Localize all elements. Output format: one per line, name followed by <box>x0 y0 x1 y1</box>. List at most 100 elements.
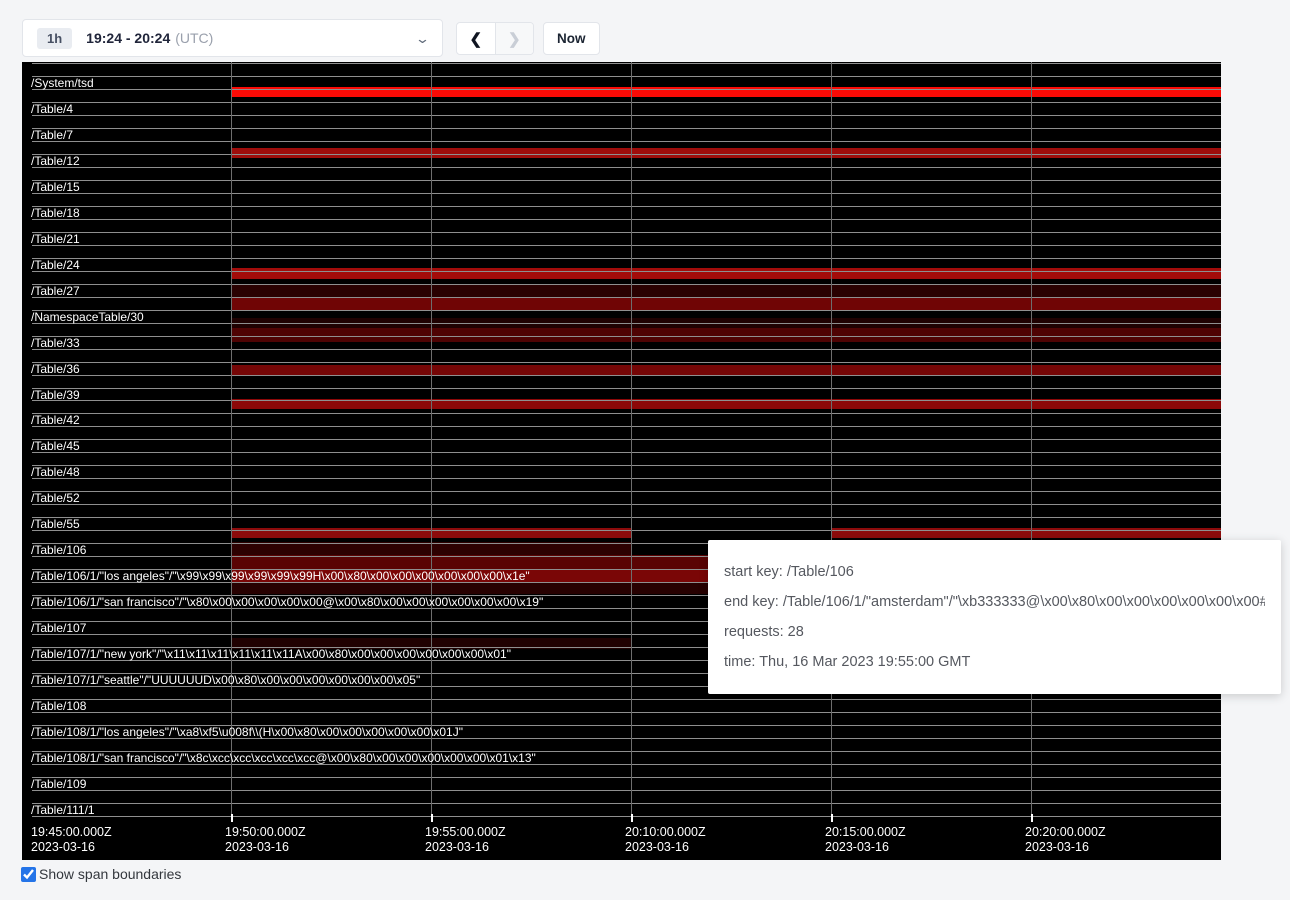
time-gridline <box>831 62 832 822</box>
axis-date: 2023-03-16 <box>31 840 112 855</box>
now-button[interactable]: Now <box>543 22 600 55</box>
span-boundary-line <box>32 193 1221 194</box>
time-range-badge: 1h <box>37 28 72 49</box>
time-range-timezone: (UTC) <box>175 30 213 46</box>
span-boundary-line <box>32 712 1221 713</box>
axis-time: 19:45:00.000Z <box>31 825 112 840</box>
time-nav-group: ❮ ❯ <box>456 22 534 55</box>
row-label: /NamespaceTable/30 <box>31 311 144 323</box>
span-boundary-line <box>32 258 1221 259</box>
heat-band <box>231 284 1221 297</box>
row-label: /Table/108/1/"san francisco"/"\x8c\xcc\x… <box>31 752 536 764</box>
time-range-text: 19:24 - 20:24 <box>86 30 170 46</box>
axis-time: 20:10:00.000Z <box>625 825 706 840</box>
row-label: /Table/108 <box>31 700 86 712</box>
span-boundary-line <box>32 413 1221 414</box>
span-boundary-line <box>32 790 1221 791</box>
axis-tick-label: 20:20:00.000Z2023-03-16 <box>1025 825 1106 855</box>
chevron-right-icon: ❯ <box>508 30 521 48</box>
span-boundary-line <box>32 439 1221 440</box>
axis-tick <box>831 814 833 822</box>
span-boundary-line <box>32 362 1221 363</box>
row-label: /Table/18 <box>31 207 80 219</box>
span-boundary-line <box>32 349 1221 350</box>
row-label: /Table/52 <box>31 492 80 504</box>
axis-tick <box>231 814 233 822</box>
row-label: /System/tsd <box>31 77 94 89</box>
axis-tick <box>1031 814 1033 822</box>
axis-time: 20:20:00.000Z <box>1025 825 1106 840</box>
tooltip-end-key: end key: /Table/106/1/"amsterdam"/"\xb33… <box>724 594 1265 610</box>
time-gridline <box>631 62 632 822</box>
span-boundary-line <box>32 180 1221 181</box>
axis-date: 2023-03-16 <box>825 840 906 855</box>
span-boundary-line <box>32 141 1221 142</box>
span-boundary-line <box>32 517 1221 518</box>
row-label: /Table/4 <box>31 103 73 115</box>
span-boundary-line <box>32 452 1221 453</box>
axis-time: 19:50:00.000Z <box>225 825 306 840</box>
row-label: /Table/12 <box>31 155 80 167</box>
span-boundary-line <box>32 400 1221 401</box>
span-boundary-line <box>32 115 1221 116</box>
axis-tick-label: 20:15:00.000Z2023-03-16 <box>825 825 906 855</box>
span-boundary-line <box>32 167 1221 168</box>
row-label: /Table/107 <box>31 622 86 634</box>
row-label: /Table/15 <box>31 181 80 193</box>
time-range-select[interactable]: 1h 19:24 - 20:24 (UTC) ⌄ <box>22 19 443 57</box>
span-boundary-line <box>32 206 1221 207</box>
axis-time: 20:15:00.000Z <box>825 825 906 840</box>
prev-time-button[interactable]: ❮ <box>457 23 496 54</box>
span-boundary-line <box>32 271 1221 272</box>
span-boundary-line <box>32 426 1221 427</box>
axis-date: 2023-03-16 <box>625 840 706 855</box>
span-tooltip: start key: /Table/106 end key: /Table/10… <box>708 540 1281 694</box>
key-visualizer-heatmap[interactable]: /System/tsd/Table/4/Table/7/Table/12/Tab… <box>22 62 1221 860</box>
span-boundary-line <box>32 284 1221 285</box>
span-boundary-line <box>32 491 1221 492</box>
axis-date: 2023-03-16 <box>425 840 506 855</box>
span-boundary-line <box>32 530 1221 531</box>
span-boundary-line <box>32 323 1221 324</box>
span-boundary-line <box>32 803 1221 804</box>
row-label: /Table/39 <box>31 389 80 401</box>
time-gridline <box>1031 62 1032 822</box>
axis-tick <box>631 814 633 822</box>
row-label: /Table/21 <box>31 233 80 245</box>
axis-tick <box>431 814 433 822</box>
span-boundary-line <box>32 375 1221 376</box>
show-span-boundaries-row: Show span boundaries <box>21 866 181 882</box>
row-label: /Table/45 <box>31 440 80 452</box>
row-label: /Table/36 <box>31 363 80 375</box>
show-span-boundaries-label: Show span boundaries <box>39 866 181 882</box>
row-label: /Table/111/1 <box>31 804 95 816</box>
tooltip-time: time: Thu, 16 Mar 2023 19:55:00 GMT <box>724 654 1265 670</box>
axis-tick-label: 19:45:00.000Z2023-03-16 <box>31 825 112 855</box>
show-span-boundaries-checkbox[interactable] <box>21 867 36 882</box>
span-boundary-line <box>32 478 1221 479</box>
span-boundary-line <box>32 245 1221 246</box>
chevron-left-icon: ❮ <box>469 30 482 48</box>
span-boundary-line <box>32 816 1221 817</box>
row-label: /Table/107/1/"new york"/"\x11\x11\x11\x1… <box>31 648 511 660</box>
axis-tick-label: 19:50:00.000Z2023-03-16 <box>225 825 306 855</box>
row-label: /Table/106/1/"los angeles"/"\x99\x99\x99… <box>31 570 530 582</box>
span-boundary-line <box>32 310 1221 311</box>
span-boundary-line <box>32 699 1221 700</box>
time-gridline <box>431 62 432 822</box>
span-boundary-line <box>32 219 1221 220</box>
row-label: /Table/106/1/"san francisco"/"\x80\x00\x… <box>31 596 543 608</box>
row-label: /Table/48 <box>31 466 80 478</box>
span-boundary-line <box>32 336 1221 337</box>
row-label: /Table/7 <box>31 129 73 141</box>
chevron-down-icon: ⌄ <box>415 32 430 45</box>
next-time-button[interactable]: ❯ <box>496 23 534 54</box>
row-label: /Table/24 <box>31 259 80 271</box>
row-label: /Table/55 <box>31 518 80 530</box>
row-label: /Table/33 <box>31 337 80 349</box>
row-label: /Table/109 <box>31 778 86 790</box>
row-label: /Table/106 <box>31 544 86 556</box>
span-boundary-line <box>32 297 1221 298</box>
heat-band <box>231 268 1221 279</box>
span-boundary-line <box>32 504 1221 505</box>
